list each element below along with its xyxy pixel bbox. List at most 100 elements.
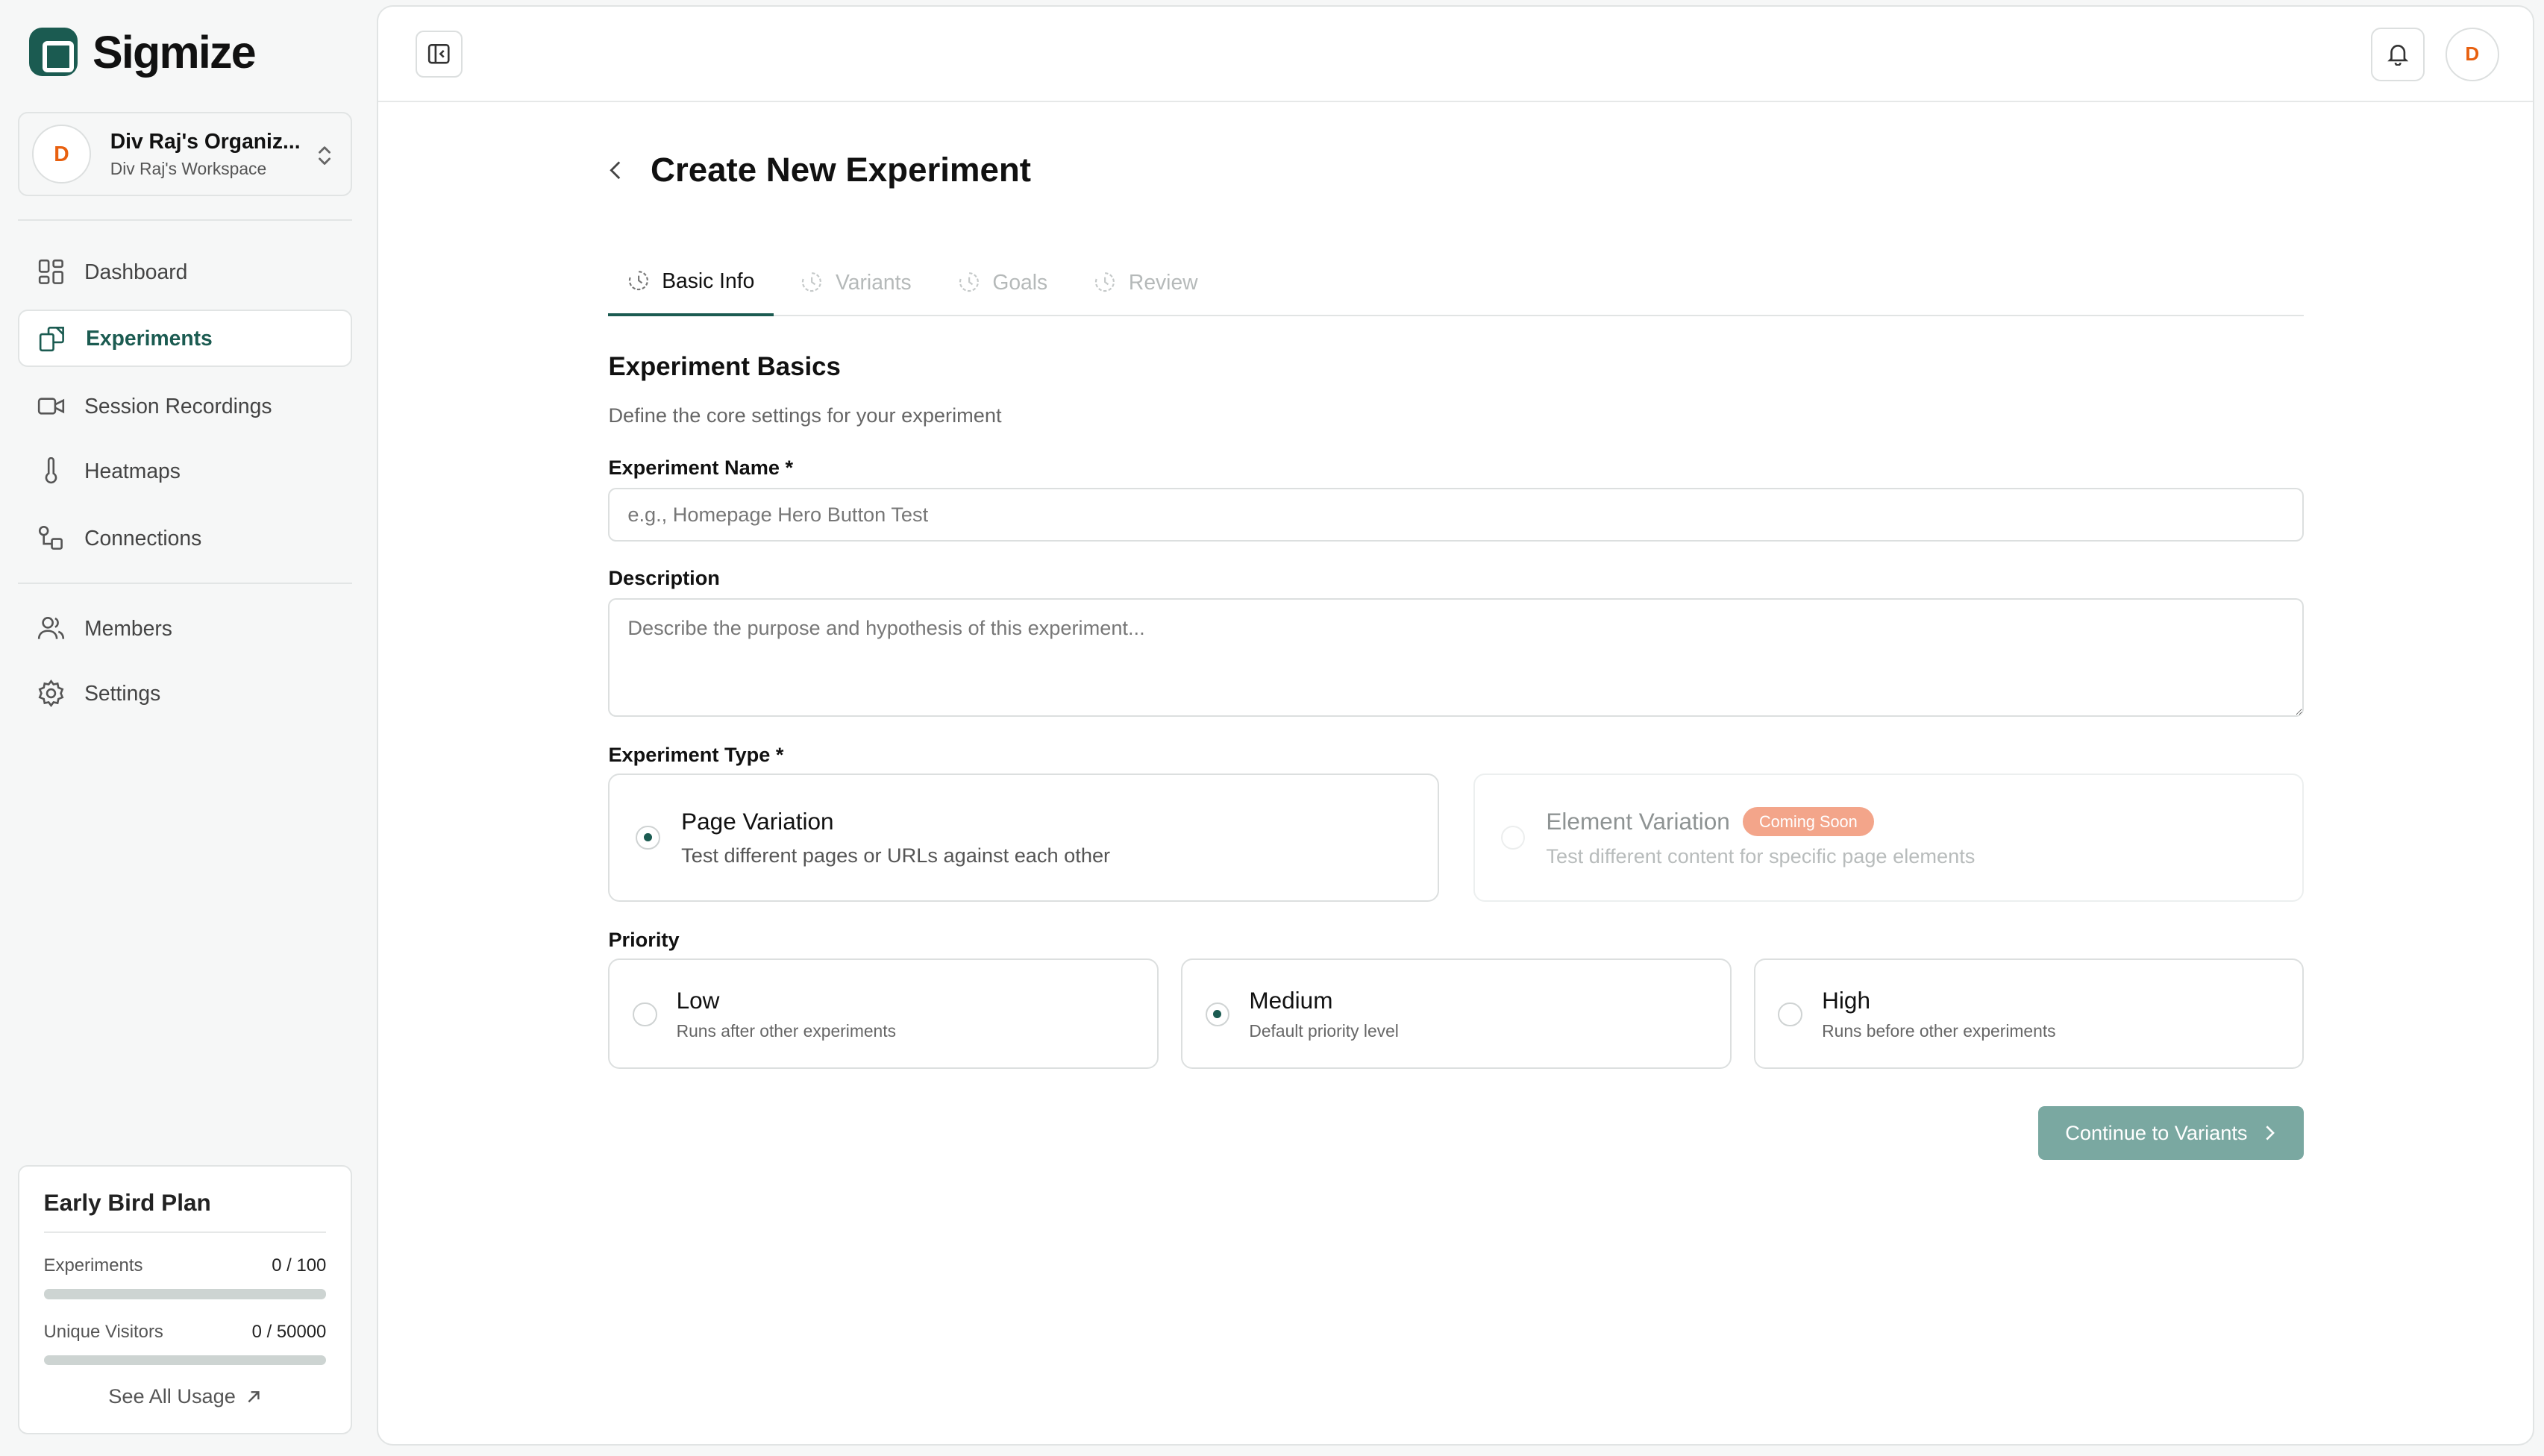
type-subtitle: Test different content for specific page… xyxy=(1546,844,1976,868)
radio-unselected[interactable] xyxy=(632,1002,657,1027)
priority-subtitle: Runs after other experiments xyxy=(676,1020,896,1041)
nav-label: Settings xyxy=(84,681,161,706)
experiment-type-label: Experiment Type * xyxy=(608,742,784,766)
nav-item-experiments[interactable]: Experiments xyxy=(17,310,352,367)
step-tabs: Basic Info Variants Goals Review xyxy=(608,248,2305,316)
plan-experiments-row: Experiments 0 / 100 xyxy=(44,1255,327,1276)
org-switcher[interactable]: D Div Raj's Organiz... Div Raj's Workspa… xyxy=(17,112,352,197)
notifications-button[interactable] xyxy=(2370,27,2425,81)
nav-item-dashboard[interactable]: Dashboard xyxy=(18,243,352,300)
type-subtitle: Test different pages or URLs against eac… xyxy=(681,844,1111,867)
org-workspace: Div Raj's Workspace xyxy=(110,158,267,178)
clock-icon xyxy=(959,272,979,292)
tab-basic-info[interactable]: Basic Info xyxy=(608,248,774,316)
type-option-element-variation: Element Variation Coming Soon Test diffe… xyxy=(1473,774,2305,903)
org-avatar: D xyxy=(32,125,91,183)
coming-soon-badge: Coming Soon xyxy=(1743,807,1874,837)
nav-label: Session Recordings xyxy=(84,394,272,418)
experiments-progress-bar xyxy=(43,1289,327,1299)
nav-label: Experiments xyxy=(86,325,213,350)
tab-review[interactable]: Review xyxy=(1075,248,1218,316)
video-camera-icon xyxy=(37,392,65,420)
radio-selected[interactable] xyxy=(636,825,660,850)
clock-icon xyxy=(628,271,648,291)
users-icon xyxy=(37,615,65,642)
see-all-usage-link[interactable]: See All Usage xyxy=(44,1384,327,1408)
nav-item-heatmaps[interactable]: Heatmaps xyxy=(18,443,352,500)
thermometer-icon xyxy=(37,457,65,485)
continue-label: Continue to Variants xyxy=(2065,1121,2248,1145)
clock-icon xyxy=(1095,272,1115,292)
priority-subtitle: Default priority level xyxy=(1249,1020,1399,1041)
plan-experiments-label: Experiments xyxy=(43,1255,143,1276)
section-title: Experiment Basics xyxy=(608,351,841,381)
page-title: Create New Experiment xyxy=(650,151,1031,189)
nav-item-session-recordings[interactable]: Session Recordings xyxy=(18,378,352,435)
org-name: Div Raj's Organiz... xyxy=(110,129,301,154)
chevron-left-icon xyxy=(610,161,621,179)
divider xyxy=(17,219,352,221)
sidebar: Sigmize D Div Raj's Organiz... Div Raj's… xyxy=(0,0,377,1455)
tab-goals[interactable]: Goals xyxy=(939,248,1068,316)
nav-item-settings[interactable]: Settings xyxy=(18,665,352,722)
nav-label: Members xyxy=(84,616,172,641)
plan-visitors-row: Unique Visitors 0 / 50000 xyxy=(44,1322,327,1343)
visitors-progress-bar xyxy=(43,1355,327,1366)
tab-label: Basic Info xyxy=(662,268,755,292)
logo[interactable]: Sigmize xyxy=(29,26,257,78)
radio-unselected[interactable] xyxy=(1778,1002,1803,1027)
logo-mark-icon xyxy=(29,28,78,77)
connections-icon xyxy=(37,524,65,552)
tab-label: Variants xyxy=(836,269,912,294)
experiment-name-label: Experiment Name * xyxy=(608,455,794,479)
tab-label: Review xyxy=(1128,269,1198,294)
tab-label: Goals xyxy=(992,269,1048,294)
description-textarea[interactable] xyxy=(608,598,2305,718)
description-label: Description xyxy=(608,565,720,589)
collapse-sidebar-button[interactable] xyxy=(415,31,463,78)
continue-to-variants-button[interactable]: Continue to Variants xyxy=(2037,1106,2305,1160)
logo-text: Sigmize xyxy=(92,26,257,78)
radio-selected[interactable] xyxy=(1205,1002,1230,1027)
priority-option-low[interactable]: Low Runs after other experiments xyxy=(608,958,1159,1070)
experiment-name-input[interactable] xyxy=(608,488,2305,542)
see-all-usage-label: See All Usage xyxy=(108,1384,236,1408)
top-bar: D xyxy=(377,7,2534,102)
nav-label: Connections xyxy=(84,525,202,550)
nav-label: Heatmaps xyxy=(84,459,181,483)
page-header: Create New Experiment xyxy=(608,151,1031,189)
section-subtitle: Define the core settings for your experi… xyxy=(608,404,1002,427)
tab-variants[interactable]: Variants xyxy=(782,248,930,316)
bell-icon xyxy=(2387,45,2408,66)
plan-visitors-value: 0 / 50000 xyxy=(251,1321,327,1342)
usage-plan-card: Early Bird Plan Experiments 0 / 100 Uniq… xyxy=(17,1164,352,1434)
priority-option-medium[interactable]: Medium Default priority level xyxy=(1181,958,1732,1070)
divider xyxy=(17,582,352,584)
priority-title: High xyxy=(1822,986,1870,1014)
chevron-up-down-icon xyxy=(319,146,331,165)
nav-item-connections[interactable]: Connections xyxy=(18,509,352,566)
gear-icon xyxy=(37,680,65,708)
plan-visitors-label: Unique Visitors xyxy=(43,1321,163,1342)
type-title: Page Variation xyxy=(681,808,834,835)
nav-item-members[interactable]: Members xyxy=(18,600,352,657)
priority-title: Low xyxy=(676,986,720,1014)
experiments-icon xyxy=(39,324,66,352)
dashboard-grid-icon xyxy=(37,258,65,286)
chevron-right-icon xyxy=(2266,1126,2275,1140)
sidebar-toggle-icon xyxy=(427,44,450,64)
external-arrow-icon xyxy=(248,1390,260,1402)
type-title: Element Variation xyxy=(1546,808,1730,835)
nav-label: Dashboard xyxy=(84,259,188,283)
clock-icon xyxy=(802,272,822,292)
plan-experiments-value: 0 / 100 xyxy=(272,1255,327,1276)
user-avatar[interactable]: D xyxy=(2445,27,2499,81)
plan-title: Early Bird Plan xyxy=(43,1189,327,1233)
priority-option-high[interactable]: High Runs before other experiments xyxy=(1753,958,2305,1070)
priority-title: Medium xyxy=(1249,986,1333,1014)
type-option-page-variation[interactable]: Page Variation Test different pages or U… xyxy=(608,774,1440,903)
main-panel: D Create New Experiment Basic Info Varia… xyxy=(376,4,2535,1446)
priority-label: Priority xyxy=(608,927,680,951)
priority-subtitle: Runs before other experiments xyxy=(1822,1020,2056,1041)
back-button[interactable] xyxy=(608,159,630,181)
